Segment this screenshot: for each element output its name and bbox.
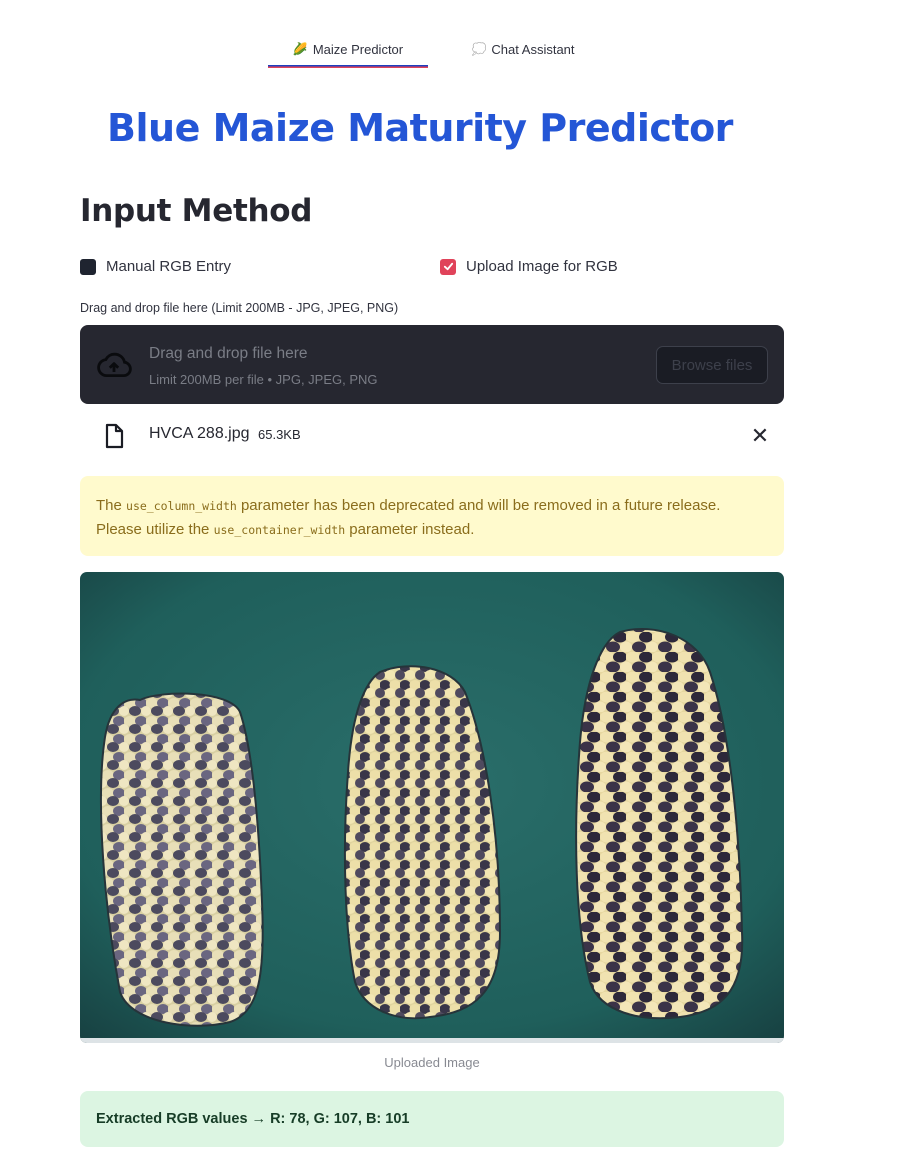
cloud-upload-icon xyxy=(97,352,132,377)
page-title: Blue Maize Maturity Predictor xyxy=(107,106,733,150)
checkbox-label: Manual RGB Entry xyxy=(106,258,232,275)
rgb-result-text: Extracted RGB values → R: 78, G: 107, B:… xyxy=(96,1111,410,1127)
tab-chat-assistant[interactable]: 💭 Chat Assistant xyxy=(428,30,618,68)
uploaded-file-row: HVCA 288.jpg 65.3KB ✕ xyxy=(80,420,784,452)
corn-icon: 🌽 xyxy=(292,42,308,56)
tab-maize-predictor[interactable]: 🌽 Maize Predictor xyxy=(268,30,428,68)
warning-code: use_container_width xyxy=(213,523,346,537)
warning-text: parameter instead. xyxy=(345,521,475,538)
uploaded-image xyxy=(80,572,784,1043)
dropzone-instruction: Drag and drop file here xyxy=(149,345,308,362)
tab-label: Chat Assistant xyxy=(491,41,575,57)
tab-bar: 🌽 Maize Predictor 💭 Chat Assistant xyxy=(268,30,618,68)
maize-cobs-photo xyxy=(80,572,784,1043)
tab-label: Maize Predictor xyxy=(312,41,404,57)
checkbox-label: Upload Image for RGB xyxy=(466,258,618,275)
image-caption: Uploaded Image xyxy=(384,1055,480,1070)
warning-code: use_column_width xyxy=(126,499,237,513)
section-title: Input Method xyxy=(80,193,313,229)
file-name: HVCA 288.jpg xyxy=(149,425,250,442)
file-size: 65.3KB xyxy=(258,427,301,442)
checkbox-manual-rgb[interactable]: Manual RGB Entry xyxy=(80,258,231,275)
remove-file-button[interactable]: ✕ xyxy=(748,424,772,448)
checkbox-checked-icon[interactable] xyxy=(440,258,456,275)
file-icon xyxy=(105,423,124,449)
rgb-result-message: Extracted RGB values → R: 78, G: 107, B:… xyxy=(80,1091,784,1147)
checkbox-upload-image[interactable]: Upload Image for RGB xyxy=(440,258,618,275)
browse-files-button[interactable]: Browse files xyxy=(656,346,768,384)
deprecation-warning: The use_column_width parameter has been … xyxy=(80,476,784,556)
uploader-label: Drag and drop file here (Limit 200MB - J… xyxy=(80,301,399,315)
file-dropzone[interactable]: Drag and drop file here Limit 200MB per … xyxy=(80,325,784,404)
warning-text: The xyxy=(96,497,127,514)
speech-bubble-icon: 💭 xyxy=(471,42,487,56)
checkbox-unchecked-icon[interactable] xyxy=(80,258,96,275)
dropzone-limit: Limit 200MB per file • JPG, JPEG, PNG xyxy=(149,372,378,387)
